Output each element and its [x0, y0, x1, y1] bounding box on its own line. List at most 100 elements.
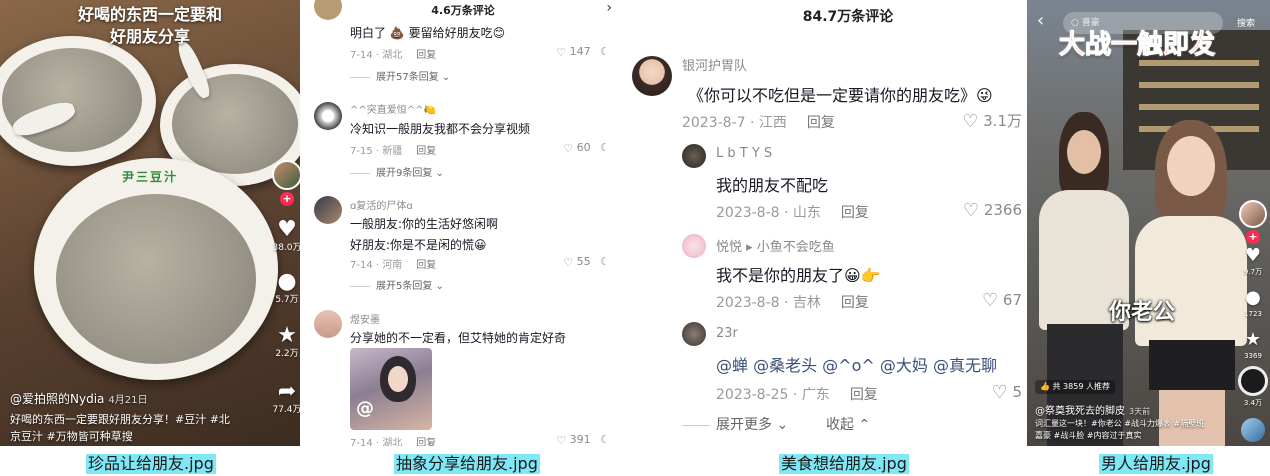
reply-button[interactable]: 回复 — [841, 205, 869, 221]
dislike-icon: ☾ — [600, 141, 610, 154]
share-arrow-icon: ➦ — [277, 379, 297, 404]
comment-meta: 2023-8-7 · 江西 回复 — [682, 115, 835, 131]
reply-button[interactable]: 回复 — [416, 146, 436, 157]
comment-author[interactable]: 银河护胃队 — [682, 55, 747, 74]
comment-button[interactable]: ● 5.7万 — [270, 270, 300, 306]
comment-meta: 7-14 · 湖北 回复 — [350, 434, 436, 446]
video-subtitle: 你老公 — [1109, 300, 1176, 325]
caption-4: 男人给朋友.jpg — [1027, 452, 1270, 476]
back-arrow-icon[interactable]: ‹ — [1037, 10, 1044, 31]
avatar[interactable] — [632, 56, 672, 96]
music-disc-icon[interactable] — [1238, 366, 1268, 396]
avatar[interactable] — [682, 234, 706, 258]
favorite-button[interactable]: ★ 3369 — [1236, 330, 1270, 362]
creator-avatar[interactable] — [272, 160, 300, 190]
reply-button[interactable]: 回复 — [807, 115, 835, 131]
comment-text: 《你可以不吃但是一定要请你的朋友吃》😜 — [688, 86, 993, 105]
comment-text: 一般朋友:你的生活好悠闲啊 — [350, 217, 499, 231]
dislike-icon: ☾ — [600, 255, 610, 268]
heart-outline-icon: ♡ — [563, 141, 574, 155]
like-count[interactable]: ♡ 3.1万 — [944, 110, 1022, 132]
comment-author[interactable]: ɑ复活的尸体ɑ — [350, 197, 413, 212]
expand-replies[interactable]: 展开57条回复 ⌄ — [350, 68, 450, 83]
share-button[interactable]: 3.4万 — [1236, 397, 1270, 409]
reply-button[interactable]: 回复 — [850, 387, 878, 403]
comment-panel-abstract: 4.6万条评论 › 明白了 💩 要留给好朋友吃😊 7-14 · 湖北 回复 ♡ 1… — [302, 0, 624, 446]
comment-author[interactable]: 23r — [716, 326, 738, 341]
comment-text: 分享她的不一定看，但艾特她的肯定好奇 — [350, 331, 567, 345]
video-title: 好喝的东西一定要和 好朋友分享 — [77, 5, 222, 46]
heart-outline-icon: ♡ — [991, 382, 1008, 403]
thumbs-up-icon: 👍 — [1040, 382, 1050, 391]
reply-button[interactable]: 回复 — [416, 438, 436, 446]
heart-outline-icon: ♡ — [563, 255, 574, 269]
like-button[interactable]: ♥ 9.7万 — [1236, 246, 1270, 278]
avatar[interactable] — [314, 102, 342, 130]
like-button[interactable]: ♥ 38.0万 — [270, 218, 300, 254]
heart-icon: ♥ — [1244, 245, 1262, 266]
heart-outline-icon: ♡ — [962, 200, 980, 221]
like-count[interactable]: ♡ 5 — [944, 382, 1022, 403]
comment-icon: ● — [277, 269, 297, 294]
heart-outline-icon: ♡ — [556, 433, 567, 447]
reply-button[interactable]: 回复 — [416, 260, 436, 271]
comment-sticker-image[interactable]: @ — [350, 348, 432, 430]
avatar[interactable] — [682, 322, 706, 346]
video-author[interactable]: @祭奠我死去的脚皮 3天前 — [1035, 402, 1150, 417]
like-count[interactable]: ♡ 391 ☾ — [542, 433, 610, 446]
person-left — [1039, 112, 1129, 446]
caption-3: 美食想给朋友.jpg — [626, 452, 1025, 476]
star-icon: ★ — [1244, 329, 1262, 350]
reply-button[interactable]: 回复 — [841, 295, 869, 311]
search-button[interactable]: 搜索 — [1237, 16, 1255, 29]
bowl-front: 尹三豆汁 — [34, 158, 278, 380]
video-description: 好喝的东西一定要跟好朋友分享！#豆汁 #北 京豆汁 #万物皆可种草搜 — [10, 413, 230, 443]
creator-avatar[interactable] — [1239, 200, 1267, 228]
heart-outline-icon: ♡ — [556, 45, 567, 59]
heart-icon: ♥ — [277, 217, 297, 242]
video-headline: 大战一触即发 — [1058, 30, 1216, 61]
avatar[interactable] — [314, 310, 342, 338]
comment-count-header: 84.7万条评论 — [802, 9, 894, 25]
avatar[interactable] — [682, 144, 706, 168]
like-count[interactable]: ♡ 60 ☾ — [550, 141, 610, 155]
video-description: 词汇量这一块！#你老公 #战斗力爆表 #隔壁班 嘉豪 #战斗脸 #内容过于真实 — [1035, 419, 1205, 440]
collapse-button[interactable]: 收起 ⌃ — [826, 414, 870, 434]
video-panel-soy-milk: 尹三豆汁 好喝的东西一定要和 好朋友分享 + ♥ 38.0万 ● 5.7万 ★ … — [0, 0, 300, 446]
favorite-button[interactable]: ★ 2.2万 — [270, 324, 300, 360]
avatar[interactable] — [314, 196, 342, 224]
dislike-icon: ☾ — [600, 433, 610, 446]
comment-text: 明白了 💩 要留给好朋友吃😊 — [350, 26, 506, 40]
comment-author[interactable]: 煜安墨 — [350, 311, 380, 326]
video-author[interactable]: @爱拍照的Nydia 4月21日 — [10, 390, 147, 407]
comment-meta: 7-14 · 湖北 回复 — [350, 50, 437, 61]
expand-more-button[interactable]: 展开更多 ⌄ — [682, 414, 788, 434]
like-count[interactable]: ♡ 2366 — [944, 200, 1022, 221]
creator-small-avatar[interactable] — [1241, 418, 1265, 442]
comment-panel-food: 84.7万条评论 银河护胃队 《你可以不吃但是一定要请你的朋友吃》😜 2023-… — [626, 0, 1025, 446]
comment-author[interactable]: L b T Y S — [716, 146, 772, 161]
comment-text-line2: 好朋友:你是不是闲的慌😀 — [350, 238, 487, 252]
comment-button[interactable]: ● 1723 — [1236, 288, 1270, 320]
comment-author[interactable]: 悦悦 ▸ 小鱼不会吃鱼 — [716, 236, 835, 255]
comment-author[interactable]: ^^突直爱恒^^🍋 — [350, 101, 436, 116]
comment-meta: 2023-8-8 · 山东 回复 — [716, 205, 869, 221]
recommend-tag[interactable]: 👍 共 3859 人推荐 — [1035, 380, 1115, 394]
dislike-icon: ☾ — [600, 45, 610, 58]
comment-meta: 7-15 · 新疆 回复 — [350, 146, 437, 157]
window — [1139, 104, 1259, 110]
heart-outline-icon: ♡ — [962, 111, 979, 132]
like-count[interactable]: ♡ 67 — [944, 290, 1022, 311]
window — [1139, 82, 1259, 88]
like-count[interactable]: ♡ 55 ☾ — [550, 255, 610, 269]
comment-text: 我的朋友不配吃 — [716, 176, 829, 195]
follow-plus-icon[interactable]: + — [280, 192, 294, 206]
comment-text-mentions[interactable]: @蝉 @桑老头 @^o^ @大妈 @真无聊 — [716, 352, 997, 376]
expand-replies[interactable]: 展开9条回复 ⌄ — [350, 164, 444, 179]
like-count[interactable]: ♡ 147 ☾ — [550, 45, 610, 59]
reply-button[interactable]: 回复 — [416, 50, 436, 61]
expand-replies[interactable]: 展开5条回复 ⌄ — [350, 277, 444, 292]
caption-2: 抽象分享给朋友.jpg — [302, 452, 624, 476]
close-icon[interactable]: › — [606, 0, 612, 16]
follow-plus-icon[interactable]: + — [1246, 230, 1260, 244]
